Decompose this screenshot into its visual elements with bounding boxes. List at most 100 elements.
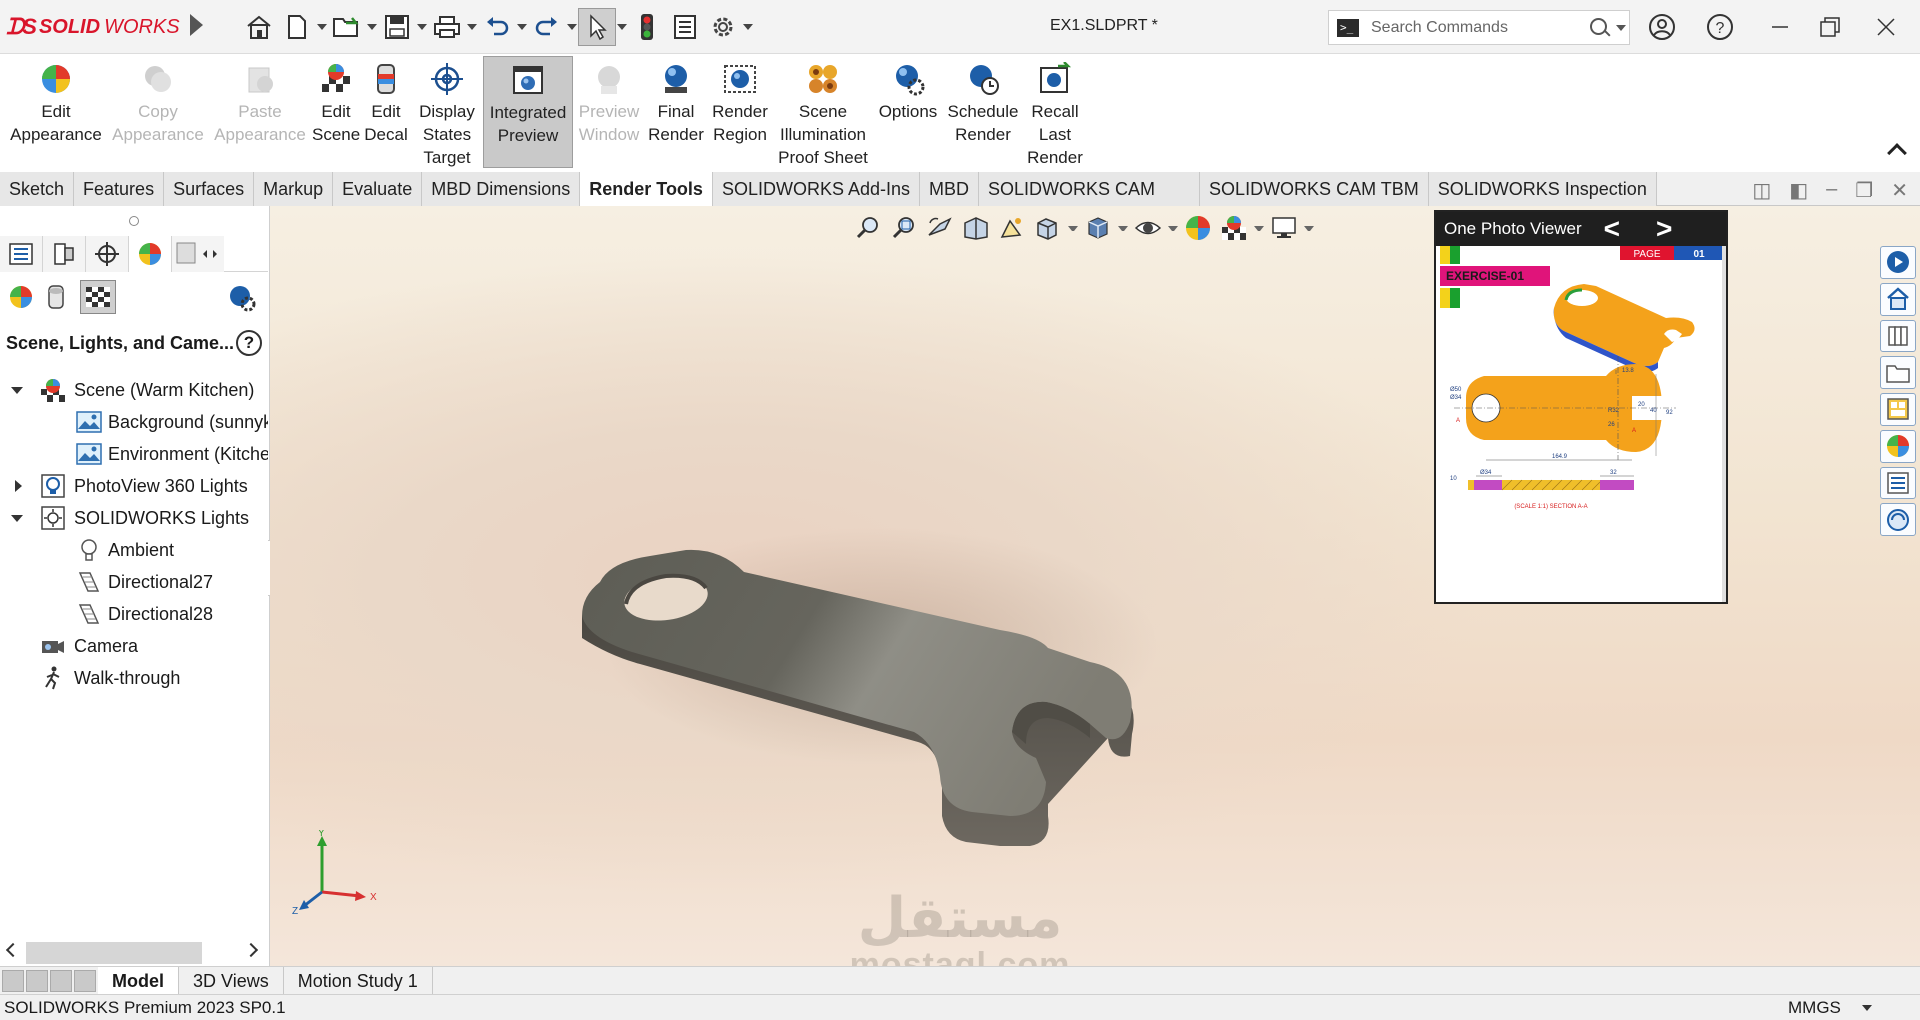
search-commands-box[interactable]: >_ Search Commands xyxy=(1328,10,1630,45)
property-manager-tab[interactable] xyxy=(43,236,86,272)
previous-view-icon[interactable] xyxy=(924,213,956,243)
tab-markup[interactable]: Markup xyxy=(254,172,334,206)
options-button[interactable]: Options xyxy=(875,56,941,168)
edit-decal-button[interactable]: Edit Decal xyxy=(362,56,410,168)
open-dropdown-icon[interactable] xyxy=(366,8,378,46)
tab-render-tools[interactable]: Render Tools xyxy=(580,172,713,206)
collapse-arrow-icon[interactable] xyxy=(10,512,23,524)
tree-item-ambient[interactable]: Ambient xyxy=(0,534,268,566)
next-page-button[interactable]: > xyxy=(1656,214,1672,244)
next-tab-icon[interactable] xyxy=(50,969,72,992)
select-dropdown-icon[interactable] xyxy=(616,8,628,46)
preview-window-button[interactable]: Preview Window xyxy=(575,56,643,168)
tab-features[interactable]: Features xyxy=(74,172,165,206)
close-document-icon[interactable]: ✕ xyxy=(1891,178,1908,203)
tab-mbd-dimensions[interactable]: MBD Dimensions xyxy=(422,172,581,206)
section-view-icon[interactable] xyxy=(960,213,992,243)
previous-tab-icon[interactable] xyxy=(26,969,48,992)
tab-sketch[interactable]: Sketch xyxy=(0,172,75,206)
feature-manager-tab[interactable] xyxy=(0,236,43,272)
custom-properties-icon[interactable] xyxy=(1880,466,1916,500)
view-palette-icon[interactable] xyxy=(1880,393,1916,426)
paste-appearance-button[interactable]: Paste Appearance xyxy=(210,56,310,168)
collapse-arrow-icon[interactable] xyxy=(10,384,23,396)
view-orientation-icon[interactable] xyxy=(1032,213,1064,243)
scene-illumination-proof-sheet-button[interactable]: Scene Illumination Proof Sheet xyxy=(773,56,873,168)
tab-solidworks-inspection[interactable]: SOLIDWORKS Inspection xyxy=(1428,172,1657,206)
panel-grip[interactable] xyxy=(129,216,139,226)
view-settings-dropdown-icon[interactable] xyxy=(1304,226,1314,231)
tile-left-icon[interactable]: ◫ xyxy=(1752,178,1771,203)
print-dropdown-icon[interactable] xyxy=(466,8,478,46)
tab-solidworks-add-ins[interactable]: SOLIDWORKS Add-Ins xyxy=(712,172,921,206)
tree-item-background[interactable]: Background (sunnyk xyxy=(0,406,268,438)
tab-solidworks-cam[interactable]: SOLIDWORKS CAM xyxy=(979,172,1201,206)
photo-viewer-scrollbar[interactable] xyxy=(1722,246,1726,602)
tab-3d-views[interactable]: 3D Views xyxy=(179,966,284,995)
options-dropdown-icon[interactable] xyxy=(742,8,754,46)
search-dropdown-icon[interactable] xyxy=(1613,25,1629,31)
scene-lights-cameras-icon[interactable] xyxy=(80,280,116,314)
display-states-target-button[interactable]: Display States Target xyxy=(412,56,482,168)
configuration-manager-tab[interactable] xyxy=(86,236,129,272)
undo-icon[interactable] xyxy=(478,8,516,46)
tree-item-directional27[interactable]: Directional27 xyxy=(0,566,268,598)
display-settings-gear-icon[interactable] xyxy=(228,284,256,317)
apply-scene-icon[interactable] xyxy=(1218,213,1250,243)
more-tabs-scroller[interactable] xyxy=(172,236,224,272)
file-properties-icon[interactable] xyxy=(666,8,704,46)
home-icon[interactable] xyxy=(240,8,278,46)
decals-icon[interactable] xyxy=(46,284,66,315)
previous-page-button[interactable]: < xyxy=(1604,214,1620,244)
photo-viewer-window[interactable]: One Photo Viewer < > PAGE 01 EXERCISE-01 xyxy=(1434,210,1728,604)
open-folder-icon[interactable] xyxy=(328,8,366,46)
tab-solidworks-cam-tbm[interactable]: SOLIDWORKS CAM TBM xyxy=(1200,172,1429,206)
expand-arrow-icon[interactable] xyxy=(12,480,24,492)
select-cursor-icon[interactable] xyxy=(578,8,616,46)
file-explorer-icon[interactable] xyxy=(1880,356,1916,389)
display-style-dropdown-icon[interactable] xyxy=(1118,226,1128,231)
tab-surfaces[interactable]: Surfaces xyxy=(164,172,255,206)
tab-evaluate[interactable]: Evaluate xyxy=(333,172,423,206)
copy-appearance-button[interactable]: Copy Appearance xyxy=(108,56,208,168)
scroll-right-icon[interactable] xyxy=(243,942,259,958)
appearances-icon[interactable] xyxy=(8,284,34,315)
tree-item-environment[interactable]: Environment (Kitche xyxy=(0,438,268,470)
view-settings-icon[interactable] xyxy=(1268,213,1300,243)
print-icon[interactable] xyxy=(428,8,466,46)
restore-document-icon[interactable]: ❐ xyxy=(1855,178,1873,203)
display-style-icon[interactable] xyxy=(1082,213,1114,243)
help-icon[interactable]: ? xyxy=(236,330,262,356)
rebuild-traffic-light-icon[interactable] xyxy=(628,8,666,46)
final-render-button[interactable]: Final Render xyxy=(645,56,707,168)
solidworks-logo[interactable]: ᗪS SOLID WORKS xyxy=(6,12,180,42)
solidworks-forum-icon[interactable] xyxy=(1880,503,1916,536)
scroll-left-icon[interactable] xyxy=(5,942,21,958)
minimize-document-icon[interactable]: – xyxy=(1826,178,1837,203)
options-gear-icon[interactable] xyxy=(704,8,742,46)
home-icon[interactable] xyxy=(1880,282,1916,316)
schedule-render-button[interactable]: Schedule Render xyxy=(943,56,1023,168)
tree-item-solidworks-lights[interactable]: SOLIDWORKS Lights xyxy=(0,502,268,534)
last-tab-icon[interactable] xyxy=(74,969,96,992)
unit-system-dropdown-icon[interactable] xyxy=(1862,1005,1872,1011)
render-region-button[interactable]: Render Region xyxy=(709,56,771,168)
design-library-icon[interactable] xyxy=(1880,319,1916,353)
redo-dropdown-icon[interactable] xyxy=(566,8,578,46)
expand-menu-arrow-icon[interactable] xyxy=(190,14,203,36)
edit-appearance-hud-icon[interactable] xyxy=(1182,213,1214,243)
tab-mbd[interactable]: MBD xyxy=(920,172,980,206)
tab-motion-study-1[interactable]: Motion Study 1 xyxy=(284,966,433,995)
display-manager-tab[interactable] xyxy=(129,236,172,272)
dynamic-annotation-icon[interactable] xyxy=(996,213,1028,243)
tile-right-icon[interactable]: ◧ xyxy=(1789,178,1808,203)
minimize-icon[interactable] xyxy=(1760,10,1800,44)
save-icon[interactable] xyxy=(378,8,416,46)
tree-item-scene[interactable]: Scene (Warm Kitchen) xyxy=(0,374,268,406)
hide-show-items-icon[interactable] xyxy=(1132,213,1164,243)
user-icon[interactable] xyxy=(1642,10,1682,44)
undo-dropdown-icon[interactable] xyxy=(516,8,528,46)
solidworks-resources-icon[interactable] xyxy=(1880,246,1916,279)
zoom-to-area-icon[interactable] xyxy=(888,213,920,243)
new-document-icon[interactable] xyxy=(278,8,316,46)
